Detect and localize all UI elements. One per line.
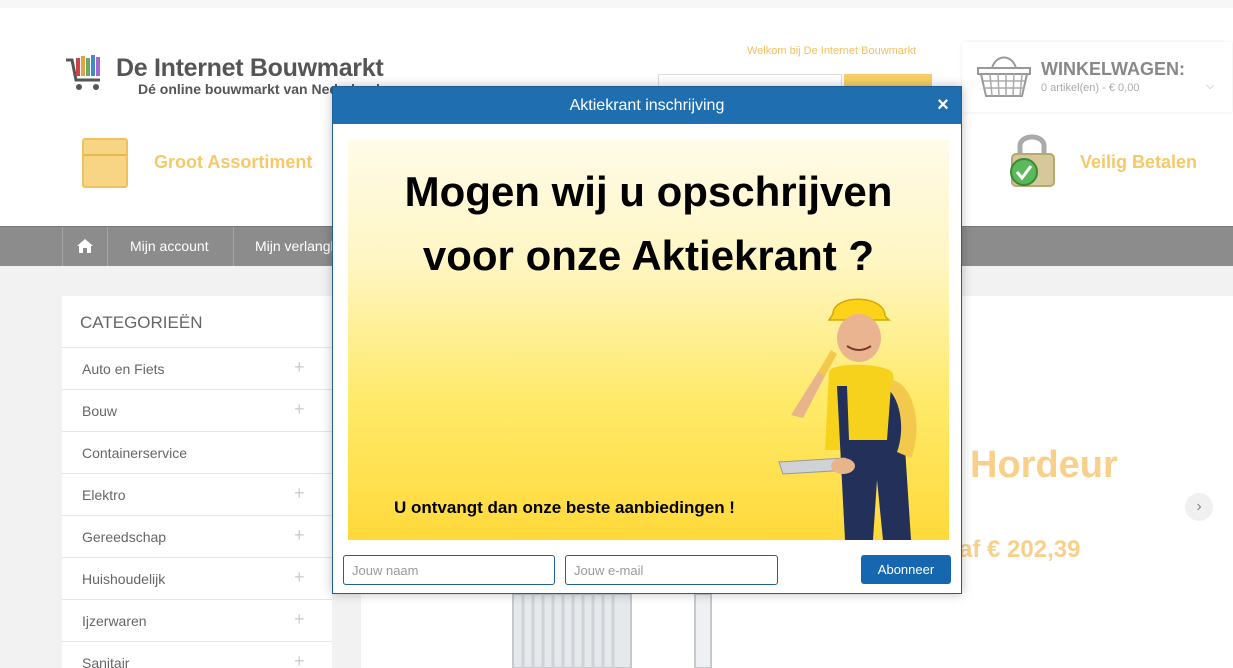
construction-worker-image bbox=[778, 298, 917, 540]
category-item[interactable]: Sanitair + bbox=[62, 641, 332, 668]
banner-heading-line1: Mogen wij u opschrijven bbox=[404, 168, 893, 215]
close-icon[interactable]: × bbox=[933, 93, 953, 117]
category-label: Auto en Fiets bbox=[82, 361, 165, 377]
plus-icon[interactable]: + bbox=[294, 567, 305, 588]
basket-icon bbox=[977, 56, 1031, 97]
plus-icon[interactable]: + bbox=[294, 525, 305, 546]
plus-icon[interactable]: + bbox=[294, 357, 305, 378]
plus-icon[interactable]: + bbox=[294, 609, 305, 630]
banner-heading: Mogen wij u opschrijven voor onze Aktiek… bbox=[348, 160, 949, 288]
plus-icon[interactable]: + bbox=[294, 399, 305, 420]
logo-title: De Internet Bouwmarkt bbox=[116, 54, 384, 82]
subscribe-button[interactable]: Abonneer bbox=[861, 555, 951, 584]
category-label: Huishoudelijk bbox=[82, 571, 166, 587]
plus-icon[interactable]: + bbox=[294, 483, 305, 504]
welcome-text: Welkom bij De Internet Bouwmarkt bbox=[747, 45, 917, 57]
shopping-cart[interactable]: WINKELWAGEN: 0 artikel(en) - € 0,00 ⌵ bbox=[962, 42, 1232, 112]
usp-label: Groot Assortiment bbox=[154, 152, 313, 172]
banner-subtext: U ontvangt dan onze beste aanbiedingen ! bbox=[394, 498, 735, 517]
category-item[interactable]: Gereedschap + bbox=[62, 515, 332, 557]
slide-title: Hordeur bbox=[970, 444, 1118, 486]
newsletter-modal: Aktiekrant inschrijving × Mogen wij u op… bbox=[332, 86, 962, 594]
lock-icon bbox=[1010, 134, 1055, 187]
banner-heading-line2: voor onze Aktiekrant ? bbox=[422, 232, 875, 279]
category-label: Bouw bbox=[82, 403, 118, 419]
usp-secure-payment: Veilig Betalen bbox=[1000, 130, 1220, 190]
category-label: Sanitair bbox=[82, 655, 130, 668]
category-title: CATEGORIEËN bbox=[80, 313, 203, 332]
slide-price: af € 202,39 bbox=[959, 536, 1081, 563]
box-icon bbox=[82, 138, 128, 188]
cart-title: WINKELWAGEN: bbox=[1041, 59, 1185, 79]
screen-door-image bbox=[512, 594, 712, 668]
top-strip bbox=[0, 0, 1233, 8]
chevron-right-icon[interactable]: › bbox=[1185, 493, 1213, 521]
category-sidebar: CATEGORIEËN Auto en Fiets + Bouw + Conta… bbox=[62, 296, 332, 668]
category-label: Ijzerwaren bbox=[82, 613, 147, 629]
category-item[interactable]: Ijzerwaren + bbox=[62, 599, 332, 641]
category-label: Gereedschap bbox=[82, 529, 167, 545]
home-icon[interactable] bbox=[62, 227, 108, 266]
modal-header: Aktiekrant inschrijving × bbox=[333, 87, 961, 124]
plus-icon[interactable]: + bbox=[294, 651, 305, 668]
category-item[interactable]: Elektro + bbox=[62, 473, 332, 515]
category-item[interactable]: Auto en Fiets + bbox=[62, 347, 332, 389]
usp-label: Veilig Betalen bbox=[1080, 152, 1198, 172]
modal-title: Aktiekrant inschrijving bbox=[569, 97, 725, 114]
category-item[interactable]: Huishoudelijk + bbox=[62, 557, 332, 599]
nav-my-account[interactable]: Mijn account bbox=[130, 227, 209, 266]
logo-cart-icon bbox=[66, 55, 100, 90]
nav-divider bbox=[233, 227, 234, 266]
category-label: Elektro bbox=[82, 487, 126, 503]
chevron-down-icon[interactable]: ⌵ bbox=[1206, 80, 1214, 93]
category-label: Containerservice bbox=[82, 445, 188, 461]
cart-summary: 0 artikel(en) - € 0,00 bbox=[1041, 82, 1140, 94]
category-item[interactable]: Bouw + bbox=[62, 389, 332, 431]
name-input[interactable] bbox=[343, 555, 555, 585]
usp-assortment: Groot Assortiment bbox=[62, 130, 342, 190]
email-input[interactable] bbox=[565, 555, 778, 585]
newsletter-banner: Mogen wij u opschrijven voor onze Aktiek… bbox=[348, 140, 949, 540]
category-item[interactable]: Containerservice bbox=[62, 431, 332, 473]
